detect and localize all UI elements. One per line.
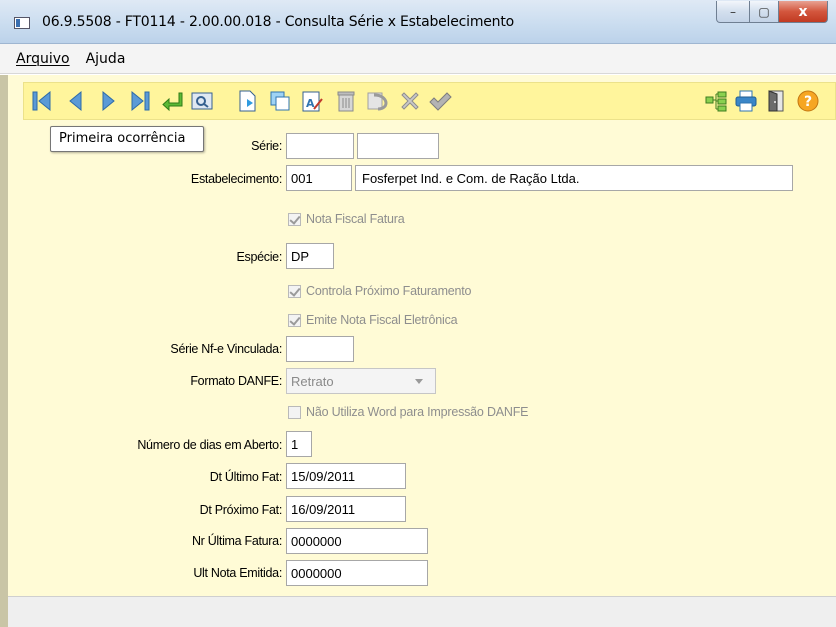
emite-nfe-checkbox[interactable] xyxy=(288,313,301,327)
nota-fiscal-fatura-label: Nota Fiscal Fatura xyxy=(306,212,405,226)
formato-danfe-value: Retrato xyxy=(291,374,334,389)
cancel-icon[interactable] xyxy=(398,89,422,113)
especie-label: Espécie: xyxy=(236,250,282,264)
goto-icon[interactable] xyxy=(160,89,184,113)
next-record-icon[interactable] xyxy=(96,89,120,113)
dias-aberto-input[interactable]: 1 xyxy=(286,431,312,457)
toolbar-tooltip: Primeira ocorrência xyxy=(50,126,204,152)
toolbar: A ? xyxy=(23,82,836,120)
previous-record-icon[interactable] xyxy=(64,89,88,113)
save-icon[interactable] xyxy=(428,89,452,113)
controla-proximo-label: Controla Próximo Faturamento xyxy=(306,284,472,298)
menu-bar: Arquivo Ajuda xyxy=(0,44,836,74)
controla-proximo-checkbox[interactable] xyxy=(288,284,301,298)
tree-icon[interactable] xyxy=(704,89,728,113)
menu-arquivo[interactable]: Arquivo xyxy=(16,51,70,67)
serie-description-input[interactable] xyxy=(357,133,439,159)
exit-icon[interactable] xyxy=(764,89,788,113)
dias-aberto-label: Número de dias em Aberto: xyxy=(137,438,282,452)
nota-fiscal-fatura-checkbox[interactable] xyxy=(288,212,301,226)
window-controls: – ▢ x xyxy=(716,0,836,30)
especie-input[interactable]: DP xyxy=(286,243,334,269)
nao-utiliza-word-checkbox[interactable] xyxy=(288,405,301,419)
formato-danfe-label: Formato DANFE: xyxy=(190,374,282,388)
serie-label: Série: xyxy=(251,139,282,153)
first-record-icon[interactable] xyxy=(30,89,54,113)
nota-fiscal-fatura-row: Nota Fiscal Fatura xyxy=(288,212,405,226)
menu-ajuda[interactable]: Ajuda xyxy=(86,51,126,67)
edit-icon[interactable]: A xyxy=(300,89,324,113)
print-icon[interactable] xyxy=(734,89,758,113)
delete-icon[interactable] xyxy=(334,89,358,113)
ult-nota-label: Ult Nota Emitida: xyxy=(193,566,282,580)
copy-icon[interactable] xyxy=(268,89,292,113)
formato-danfe-select[interactable]: Retrato xyxy=(286,368,436,394)
help-icon[interactable]: ? xyxy=(796,89,820,113)
serie-nfe-input[interactable] xyxy=(286,336,354,362)
maximize-button[interactable]: ▢ xyxy=(749,1,779,23)
nao-utiliza-word-row: Não Utiliza Word para Impressão DANFE xyxy=(288,405,529,419)
estabelecimento-code-input[interactable]: 001 xyxy=(286,165,352,191)
close-button[interactable]: x xyxy=(778,1,828,23)
app-icon xyxy=(14,17,30,29)
status-bar xyxy=(8,596,836,627)
serie-nfe-label: Série Nf-e Vinculada: xyxy=(170,342,282,356)
dt-proximo-input[interactable]: 16/09/2011 xyxy=(286,496,406,522)
minimize-button[interactable]: – xyxy=(716,1,750,23)
nr-ultima-input[interactable]: 0000000 xyxy=(286,528,428,554)
dt-proximo-label: Dt Próximo Fat: xyxy=(199,503,283,517)
search-icon[interactable] xyxy=(190,89,214,113)
ult-nota-input[interactable]: 0000000 xyxy=(286,560,428,586)
nao-utiliza-word-label: Não Utiliza Word para Impressão DANFE xyxy=(306,405,529,419)
last-record-icon[interactable] xyxy=(128,89,152,113)
new-icon[interactable] xyxy=(236,89,260,113)
svg-text:?: ? xyxy=(804,94,812,110)
estabelecimento-label: Estabelecimento: xyxy=(190,172,282,186)
dt-ultimo-label: Dt Último Fat: xyxy=(209,470,283,484)
nr-ultima-label: Nr Última Fatura: xyxy=(191,534,282,548)
undo-icon[interactable] xyxy=(366,89,390,113)
emite-nfe-row: Emite Nota Fiscal Eletrônica xyxy=(288,313,458,327)
emite-nfe-label: Emite Nota Fiscal Eletrônica xyxy=(306,313,458,327)
window-title: 06.9.5508 - FT0114 - 2.00.00.018 - Consu… xyxy=(42,14,515,30)
chevron-down-icon xyxy=(415,379,423,384)
estabelecimento-name-input[interactable]: Fosferpet Ind. e Com. de Ração Ltda. xyxy=(355,165,793,191)
dt-ultimo-input[interactable]: 15/09/2011 xyxy=(286,463,406,489)
controla-proximo-row: Controla Próximo Faturamento xyxy=(288,284,472,298)
title-bar: 06.9.5508 - FT0114 - 2.00.00.018 - Consu… xyxy=(0,0,836,44)
serie-input[interactable] xyxy=(286,133,354,159)
